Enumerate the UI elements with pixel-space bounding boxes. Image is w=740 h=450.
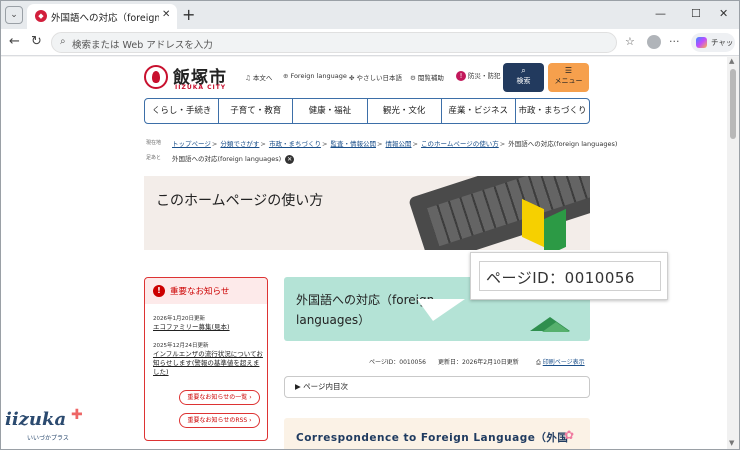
favorites-icon[interactable]: ☆	[625, 35, 635, 48]
back-icon[interactable]: ←	[9, 34, 20, 49]
breadcrumb-link[interactable]: トップページ	[172, 140, 211, 148]
gnav-item-living[interactable]: くらし・手続き	[145, 99, 220, 123]
maximize-icon[interactable]: ☐	[691, 7, 701, 20]
trail-item[interactable]: 外国語への対応(foreign languages)	[172, 155, 281, 163]
gear-icon: ⚙	[410, 74, 416, 82]
alert-icon: !	[153, 285, 165, 297]
page-toc-toggle[interactable]: ▶ ページ内目次	[284, 376, 590, 398]
gnav-item-childcare[interactable]: 子育て・教育	[219, 99, 294, 123]
gnav-item-business[interactable]: 産業・ビジネス	[442, 99, 516, 123]
hamburger-icon: ☰	[564, 66, 573, 75]
utility-link-easy-japanese[interactable]: ✤ やさしい日本語	[349, 72, 402, 82]
vertical-scrollbar[interactable]: ▲ ▼	[727, 57, 739, 449]
search-icon: ⌕	[521, 66, 526, 75]
iizuka-logo-sub: いいづかプラス	[27, 435, 69, 442]
breadcrumb-link[interactable]: 市政・まちづくり	[269, 140, 321, 148]
search-icon: ⌕	[60, 36, 66, 47]
plus-icon: ✚	[71, 407, 83, 423]
trail-label: 足あと	[146, 155, 162, 161]
tab-strip: ⌄ ◆ 外国語への対応（foreign language ✕ + — ☐ ✕	[1, 1, 739, 29]
tab-title: 外国語への対応（foreign language	[51, 13, 159, 24]
alert-icon: !	[456, 71, 466, 81]
breadcrumb-link[interactable]: 情報公開	[386, 140, 412, 148]
gnav-item-health[interactable]: 健康・福祉	[293, 99, 368, 123]
callout-pointer	[416, 299, 474, 321]
scroll-thumb[interactable]	[730, 69, 736, 139]
section-heading: Correspondence to Foreign Language（外国	[296, 432, 569, 444]
scroll-down-icon[interactable]: ▼	[729, 439, 734, 447]
profile-avatar[interactable]	[647, 35, 661, 49]
city-emblem-icon[interactable]	[144, 65, 168, 89]
notice-heading: ! 重要なお知らせ	[145, 278, 267, 304]
address-placeholder: 検索または Web アドレスを入力	[72, 40, 213, 51]
address-bar[interactable]: ⌕ 検索または Web アドレスを入力	[51, 32, 617, 53]
notice-link[interactable]: インフルエンザの流行状況についてお知らせします(警報の基準値を超えました)	[153, 350, 265, 377]
site-favicon-icon: ◆	[35, 10, 47, 22]
copilot-icon	[696, 37, 707, 48]
site-search-button[interactable]: ⌕ 検索	[503, 63, 544, 92]
close-window-icon[interactable]: ✕	[719, 7, 728, 20]
site-menu-button[interactable]: ☰ メニュー	[548, 63, 589, 92]
print-link[interactable]: ⎙ 印刷ページ表示	[536, 357, 585, 367]
accessibility-icon: ✤	[349, 74, 355, 82]
breadcrumb-link[interactable]: 監査・情報公開	[330, 140, 376, 148]
breadcrumb: トップページ> 分類でさがす> 市政・まちづくり> 監査・情報公開> 情報公開>…	[172, 140, 618, 148]
tab-actions-icon[interactable]: ⌄	[5, 6, 23, 24]
navigation-bar: ← ↻ ⌕ 検索または Web アドレスを入力 ☆ ··· チャット	[1, 29, 739, 66]
callout-text: ページID：0010056	[479, 261, 661, 291]
active-tab[interactable]: ◆ 外国語への対応（foreign language ✕	[27, 4, 177, 29]
updated-date: 更新日：2026年2月10日更新	[438, 359, 519, 366]
disaster-prevention-link[interactable]: ! 防災・防犯	[456, 70, 501, 81]
scroll-up-icon[interactable]: ▲	[729, 57, 734, 65]
breadcrumb-current: 外国語への対応(foreign languages)	[508, 140, 618, 148]
gnav-item-city[interactable]: 市政・まちづくり	[516, 99, 589, 123]
reload-icon[interactable]: ↻	[31, 34, 42, 49]
important-notice-panel: ! 重要なお知らせ 2026年1月20日更新 エコファミリー募集(見本) 202…	[144, 277, 268, 441]
visit-trail: 外国語への対応(foreign languages) ✕	[172, 153, 295, 164]
hero-banner: このホームページの使い方	[144, 176, 590, 250]
utility-link-main[interactable]: ♫ 本文へ	[245, 72, 272, 82]
mountain-decoration	[542, 322, 570, 332]
breadcrumb-link[interactable]: 分類でさがす	[220, 140, 259, 148]
notice-link[interactable]: エコファミリー募集(見本)	[153, 323, 265, 332]
iizuka-logo-text: iizuka	[5, 409, 67, 430]
site-logo-sub: IIZUKA CITY	[175, 84, 227, 91]
notice-rss-button[interactable]: 重要なお知らせのRSS ›	[179, 413, 260, 428]
page-id-callout: ページID：0010056	[470, 252, 668, 300]
new-tab-icon[interactable]: +	[182, 5, 195, 24]
minimize-icon[interactable]: —	[655, 7, 666, 20]
section-heading-box: Correspondence to Foreign Language（外国 ✿	[284, 418, 590, 449]
iizuka-plus-logo[interactable]: iizuka ✚ いいづかプラス	[5, 407, 95, 445]
browser-window: ⌄ ◆ 外国語への対応（foreign language ✕ + — ☐ ✕ ←…	[0, 0, 740, 450]
utility-link-foreign[interactable]: ⊕ Foreign language	[283, 72, 347, 80]
breadcrumb-link[interactable]: このホームページの使い方	[421, 140, 499, 148]
remove-trail-icon[interactable]: ✕	[285, 155, 295, 164]
utility-link-assist[interactable]: ⚙ 閲覧補助	[410, 72, 444, 82]
notice-list-button[interactable]: 重要なお知らせの一覧 ›	[179, 390, 260, 405]
more-options-icon[interactable]: ···	[669, 35, 680, 48]
page-id: ページID：0010056	[369, 359, 426, 366]
flower-icon: ✿	[564, 428, 575, 442]
global-navigation: くらし・手続き 子育て・教育 健康・福祉 観光・文化 産業・ビジネス 市政・まち…	[144, 98, 590, 124]
copilot-chat-button[interactable]: チャット	[691, 33, 735, 66]
page-viewport: 飯塚市 IIZUKA CITY ♫ 本文へ ⊕ Foreign language ✤…	[1, 57, 727, 449]
printer-icon: ⎙	[536, 359, 543, 366]
hero-title: このホームページの使い方	[156, 193, 324, 209]
breadcrumb-label: 現在地	[146, 140, 162, 146]
notice-date: 2026年1月20日更新	[153, 316, 205, 322]
globe-icon: ⊕	[283, 72, 289, 80]
close-tab-icon[interactable]: ✕	[162, 9, 170, 20]
sound-icon: ♫	[245, 74, 251, 82]
notice-date: 2025年12月24日更新	[153, 343, 209, 349]
gnav-item-tourism[interactable]: 観光・文化	[368, 99, 442, 123]
